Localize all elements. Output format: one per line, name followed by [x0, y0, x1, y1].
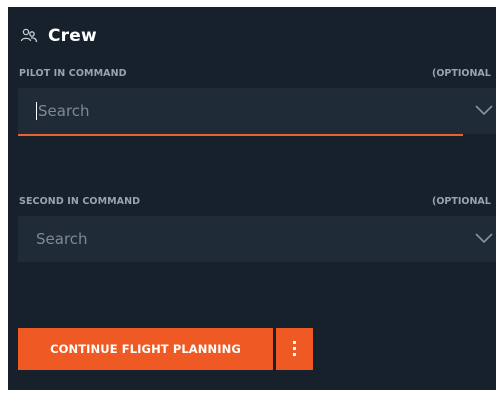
pilot-in-command-placeholder: Search	[38, 102, 90, 120]
crew-panel: Crew PILOT IN COMMAND (OPTIONAL Search S…	[8, 7, 496, 390]
section-title: Crew	[48, 26, 97, 46]
second-in-command-placeholder: Search	[36, 230, 88, 248]
second-in-command-search-input[interactable]: Search	[36, 216, 88, 262]
pilot-in-command-select[interactable]: Search	[18, 88, 496, 134]
pilot-in-command-optional-label: (OPTIONAL	[432, 68, 491, 79]
crew-icon	[20, 28, 38, 43]
pilot-in-command-label: PILOT IN COMMAND	[19, 68, 127, 79]
text-cursor	[36, 101, 37, 120]
section-header: Crew	[20, 24, 97, 48]
chevron-down-icon[interactable]	[474, 103, 494, 117]
second-in-command-optional-label: (OPTIONAL	[432, 196, 491, 207]
focus-underline	[18, 134, 463, 136]
continue-flight-planning-button[interactable]: CONTINUE FLIGHT PLANNING	[18, 328, 273, 370]
second-in-command-label: SECOND IN COMMAND	[19, 196, 141, 207]
chevron-down-icon[interactable]	[474, 231, 494, 245]
second-in-command-select[interactable]: Search	[18, 216, 496, 262]
pilot-in-command-search-input[interactable]: Search	[36, 88, 90, 134]
more-options-button[interactable]	[276, 328, 313, 370]
